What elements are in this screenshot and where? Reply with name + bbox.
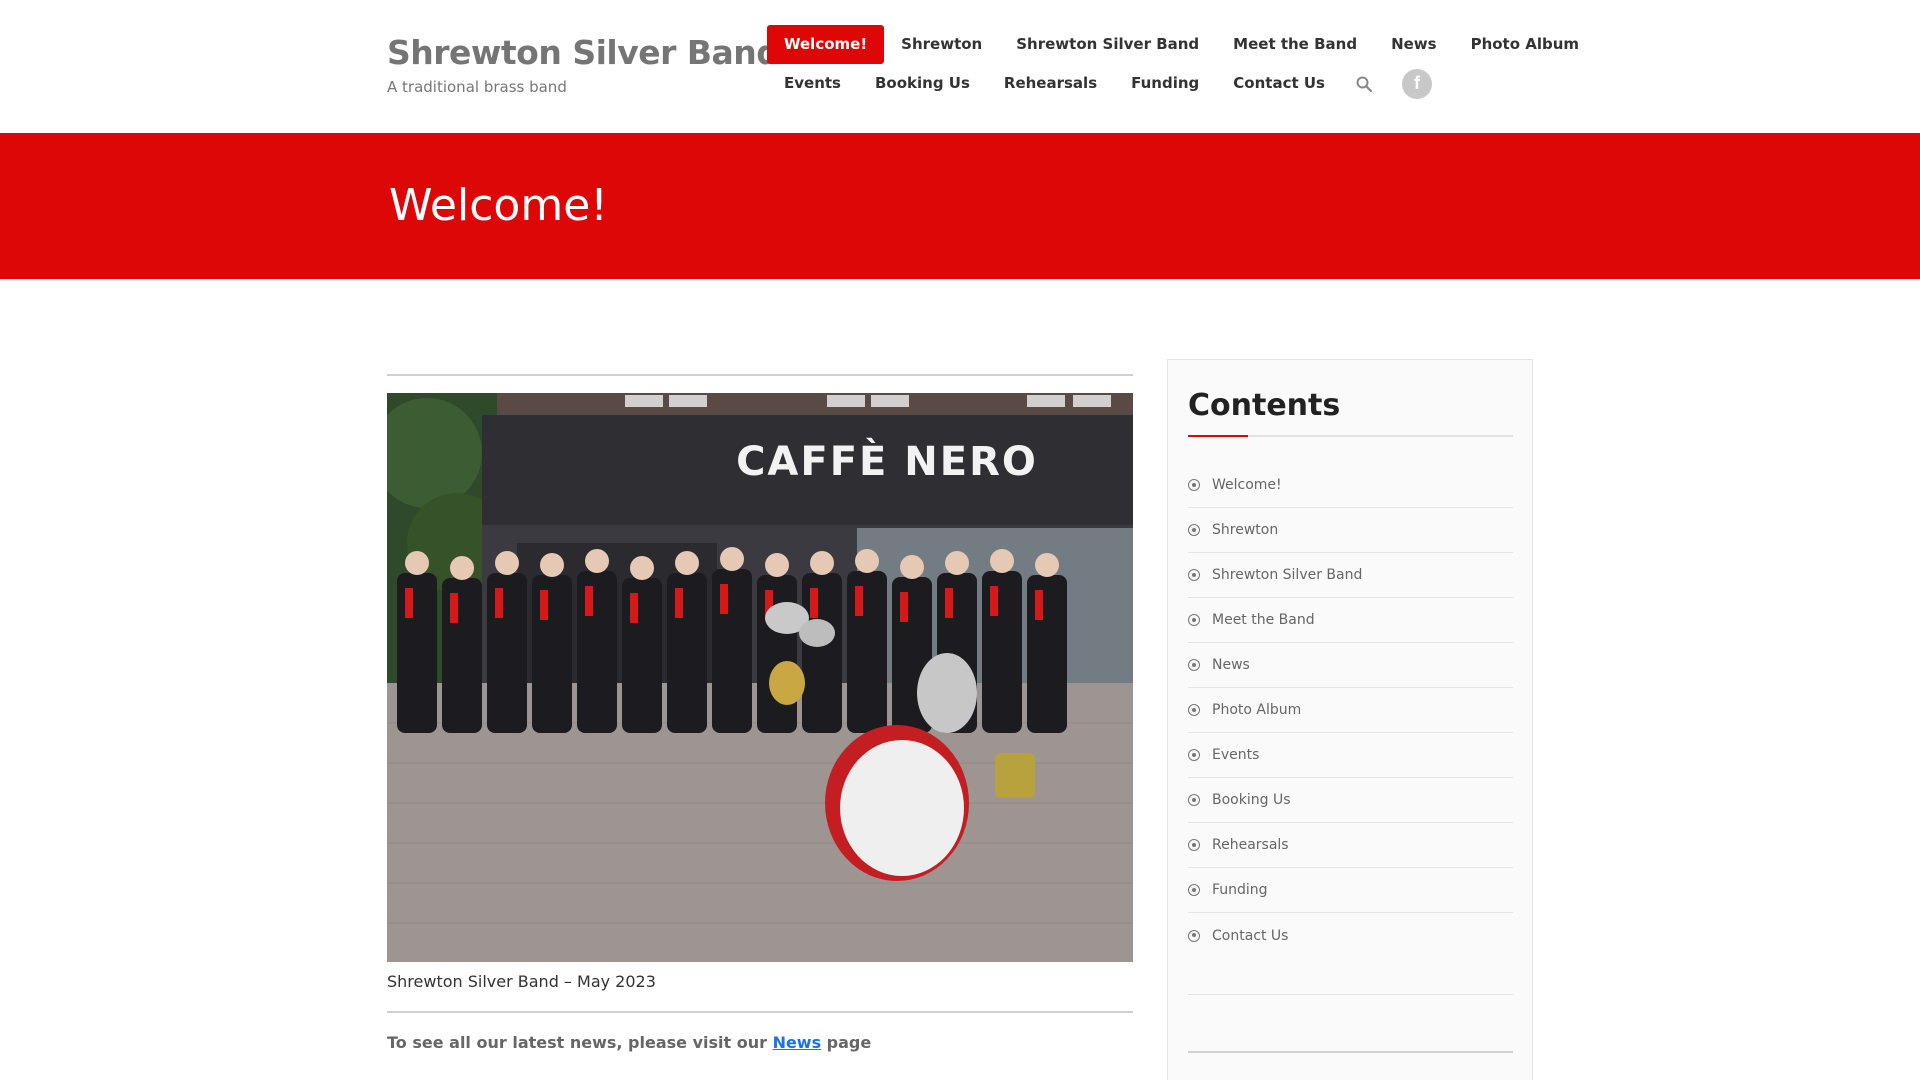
radio-bullet-icon — [1188, 569, 1200, 581]
contents-item-rehearsals[interactable]: Rehearsals — [1188, 823, 1513, 868]
contents-item-label: Funding — [1212, 882, 1268, 898]
contents-item-photo-album[interactable]: Photo Album — [1188, 688, 1513, 733]
contents-item-label: Welcome! — [1212, 477, 1282, 493]
sidebar-title: Contents — [1188, 388, 1341, 423]
contents-item-meet-the-band[interactable]: Meet the Band — [1188, 598, 1513, 643]
radio-bullet-icon — [1188, 659, 1200, 671]
facebook-icon[interactable]: f — [1401, 68, 1432, 99]
search-icon[interactable] — [1344, 64, 1384, 103]
nav-item-events[interactable]: Events — [767, 64, 858, 103]
contents-item-contact-us[interactable]: Contact Us — [1188, 913, 1513, 958]
radio-bullet-icon — [1188, 884, 1200, 896]
radio-bullet-icon — [1188, 614, 1200, 626]
contents-item-welcome[interactable]: Welcome! — [1188, 463, 1513, 508]
radio-bullet-icon — [1188, 749, 1200, 761]
news-link[interactable]: News — [773, 1033, 822, 1052]
nav-item-news[interactable]: News — [1374, 25, 1454, 64]
nav-item-photo-album[interactable]: Photo Album — [1454, 25, 1596, 64]
contents-item-label: Events — [1212, 747, 1260, 763]
radio-bullet-icon — [1188, 839, 1200, 851]
contents-item-label: Rehearsals — [1212, 837, 1289, 853]
radio-bullet-icon — [1188, 794, 1200, 806]
nav-item-shrewton-silver-band[interactable]: Shrewton Silver Band — [999, 25, 1216, 64]
news-suffix: page — [821, 1033, 872, 1052]
branding: Shrewton Silver Band A traditional brass… — [387, 33, 780, 96]
band-photo-illustration: CAFFÈ NERO — [387, 393, 1133, 962]
nav-item-meet-the-band[interactable]: Meet the Band — [1216, 25, 1374, 64]
radio-bullet-icon — [1188, 524, 1200, 536]
contents-item-events[interactable]: Events — [1188, 733, 1513, 778]
news-notice: To see all our latest news, please visit… — [387, 1033, 1133, 1052]
band-photo: CAFFÈ NERO — [387, 393, 1133, 962]
site-header: Shrewton Silver Band A traditional brass… — [0, 0, 1920, 133]
nav-item-contact-us[interactable]: Contact Us — [1216, 64, 1342, 103]
contents-item-shrewton-silver-band[interactable]: Shrewton Silver Band — [1188, 553, 1513, 598]
contents-item-label: Booking Us — [1212, 792, 1291, 808]
contents-item-funding[interactable]: Funding — [1188, 868, 1513, 913]
divider — [1188, 1051, 1513, 1053]
nav-item-welcome[interactable]: Welcome! — [767, 25, 885, 64]
site-tagline: A traditional brass band — [387, 78, 567, 96]
primary-nav-row-1: Welcome! Shrewton Shrewton Silver Band M… — [767, 25, 1596, 64]
sidebar-contents: Contents Welcome! Shrewton Shrewton Silv… — [1188, 388, 1513, 958]
sidebar-title-underline — [1188, 435, 1513, 437]
radio-bullet-icon — [1188, 479, 1200, 491]
page-title: Welcome! — [389, 180, 608, 231]
nav-item-funding[interactable]: Funding — [1114, 64, 1216, 103]
photo-caption: Shrewton Silver Band – May 2023 — [387, 972, 656, 991]
nav-item-booking-us[interactable]: Booking Us — [858, 64, 987, 103]
nav-item-shrewton[interactable]: Shrewton — [884, 25, 999, 64]
contents-item-shrewton[interactable]: Shrewton — [1188, 508, 1513, 553]
contents-item-label: Photo Album — [1212, 702, 1302, 718]
contents-item-label: Meet the Band — [1212, 612, 1315, 628]
page-banner: Welcome! — [0, 133, 1920, 279]
sidebar: Contents Welcome! Shrewton Shrewton Silv… — [1167, 359, 1533, 1080]
contents-item-label: News — [1212, 657, 1250, 673]
contents-item-label: Contact Us — [1212, 927, 1289, 944]
divider — [1188, 994, 1513, 995]
shop-sign: CAFFÈ NERO — [736, 437, 1038, 485]
nav-item-rehearsals[interactable]: Rehearsals — [987, 64, 1114, 103]
contents-item-label: Shrewton Silver Band — [1212, 567, 1363, 583]
primary-nav-row-2: Events Booking Us Rehearsals Funding Con… — [767, 64, 1432, 103]
site-title[interactable]: Shrewton Silver Band — [387, 33, 780, 72]
contents-item-booking-us[interactable]: Booking Us — [1188, 778, 1513, 823]
news-prefix: To see all our latest news, please visit… — [387, 1033, 773, 1052]
divider — [387, 1011, 1133, 1013]
contents-list: Welcome! Shrewton Shrewton Silver Band M… — [1188, 463, 1513, 958]
radio-bullet-icon — [1188, 704, 1200, 716]
divider — [387, 374, 1133, 376]
main-content: CAFFÈ NERO Shrewton Silver Band – May 20… — [387, 374, 1133, 1052]
contents-item-label: Shrewton — [1212, 522, 1279, 538]
contents-item-news[interactable]: News — [1188, 643, 1513, 688]
radio-bullet-icon — [1188, 929, 1200, 942]
